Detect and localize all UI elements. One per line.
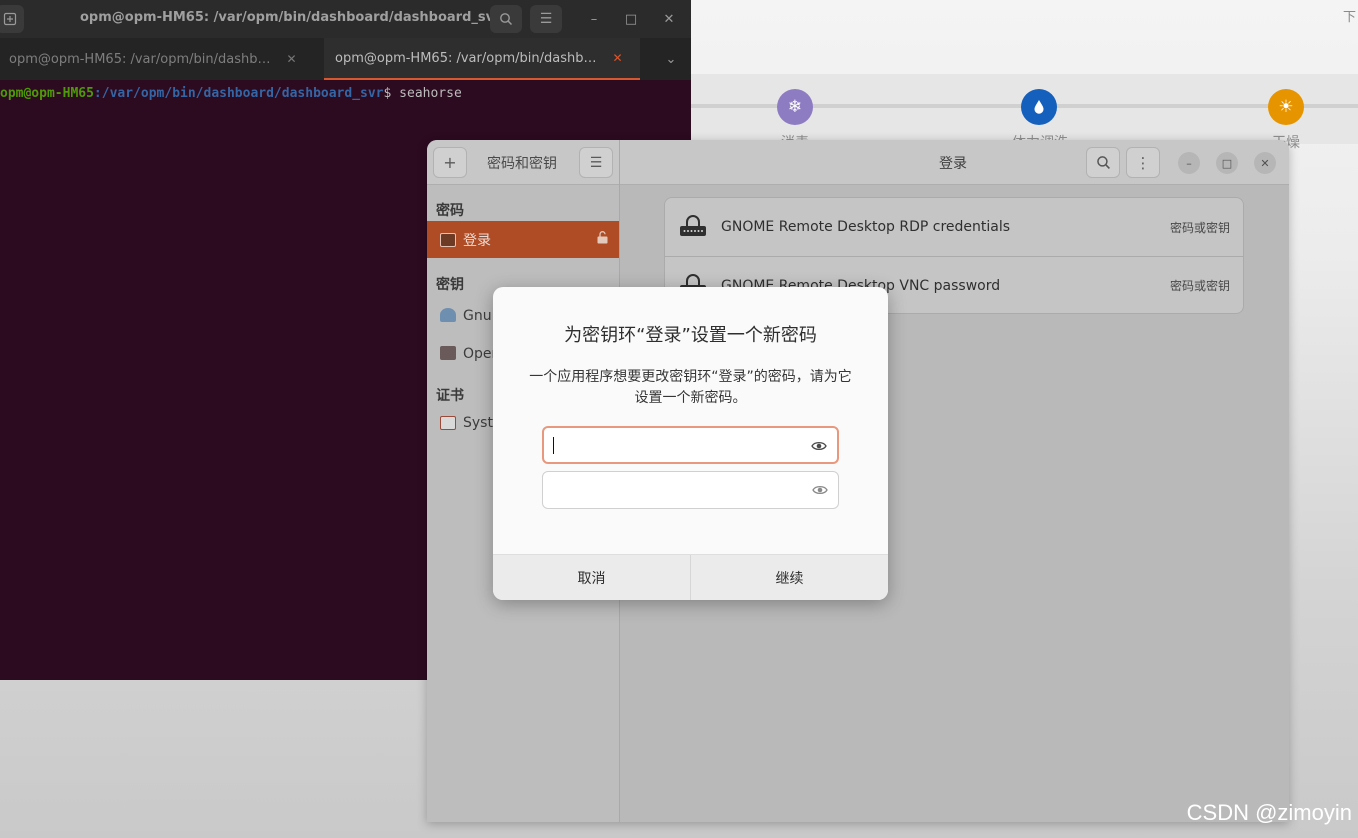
- section-keys: 密钥: [436, 277, 464, 293]
- new-tab-icon: [3, 12, 17, 26]
- maximize-icon: □: [1221, 156, 1233, 170]
- search-icon: [500, 13, 513, 26]
- tab-list-button[interactable]: ⌄: [660, 48, 682, 70]
- eye-icon[interactable]: [811, 438, 827, 454]
- password-field[interactable]: [542, 426, 839, 464]
- gnupg-key-icon: [440, 307, 456, 322]
- sidebar-item-label: 登录: [463, 232, 491, 249]
- keyring-icon: [440, 232, 456, 247]
- add-button[interactable]: +: [433, 147, 467, 178]
- plus-icon: +: [443, 153, 457, 172]
- sidebar-item-login[interactable]: 登录: [427, 221, 619, 258]
- item-type: 密码或密钥: [1169, 220, 1230, 235]
- maximize-button[interactable]: □: [1216, 152, 1238, 174]
- continue-button[interactable]: 继续: [690, 555, 888, 600]
- seahorse-headerbar: + 密码和密钥 ☰ 登录 ⋮ – □ ✕: [427, 140, 1289, 185]
- password-input[interactable]: [552, 433, 802, 459]
- text-caret: [553, 437, 554, 454]
- new-password-dialog: 为密钥环“登录”设置一个新密码 一个应用程序想要更改密钥环“登录”的密码，请为它…: [493, 287, 888, 600]
- close-button[interactable]: ✕: [658, 8, 680, 30]
- close-icon: ✕: [663, 11, 675, 27]
- close-icon[interactable]: ✕: [286, 52, 296, 66]
- item-name: GNOME Remote Desktop RDP credentials: [721, 219, 1011, 235]
- cancel-button[interactable]: 取消: [493, 555, 690, 600]
- list-item[interactable]: GNOME Remote Desktop RDP credentials 密码或…: [665, 198, 1243, 256]
- close-icon: ✕: [1260, 156, 1270, 170]
- hamburger-icon: ☰: [539, 11, 553, 27]
- minimize-icon: –: [1186, 156, 1192, 170]
- background-corner-text: 下: [1342, 10, 1356, 25]
- item-type: 密码或密钥: [1169, 279, 1230, 293]
- minimize-button[interactable]: –: [583, 8, 605, 30]
- dialog-title: 为密钥环“登录”设置一个新密码: [564, 325, 817, 346]
- terminal-headerbar: opm@opm-HM65: /var/opm/bin/dashboard/das…: [0, 0, 691, 38]
- section-certificates: 证书: [436, 388, 464, 404]
- maximize-button[interactable]: □: [620, 8, 642, 30]
- app-title: 密码和密钥: [487, 156, 557, 172]
- kebab-icon: ⋮: [1135, 153, 1151, 172]
- dialog-message: 一个应用程序想要更改密钥环“登录”的密码，请为它设置一个新密码。: [529, 369, 852, 406]
- terminal-title: opm@opm-HM65: /var/opm/bin/dashboard/das…: [80, 10, 501, 25]
- menu-button[interactable]: ☰: [530, 5, 562, 33]
- more-options-button[interactable]: ⋮: [1126, 147, 1160, 178]
- ssh-key-icon: [440, 345, 456, 360]
- section-passwords: 密码: [436, 203, 464, 219]
- app-menu-button[interactable]: ☰: [579, 147, 613, 178]
- minimize-icon: –: [590, 11, 598, 27]
- password-lock-icon: [680, 215, 706, 236]
- maximize-icon: □: [624, 11, 638, 27]
- close-icon[interactable]: ✕: [612, 51, 622, 65]
- tab-label: opm@opm-HM65: /var/opm/bin/dashb…: [335, 50, 597, 66]
- certificate-icon: [440, 415, 456, 430]
- terminal-tab-2[interactable]: opm@opm-HM65: /var/opm/bin/dashb… ✕: [324, 38, 640, 80]
- sun-icon: ☀: [1268, 89, 1304, 125]
- new-tab-button[interactable]: [0, 5, 24, 33]
- hamburger-icon: ☰: [589, 154, 603, 171]
- terminal-tab-1[interactable]: opm@opm-HM65: /var/opm/bin/dashb… ✕: [0, 38, 324, 80]
- watermark: CSDN @zimoyin: [1186, 800, 1352, 825]
- close-button[interactable]: ✕: [1254, 152, 1276, 174]
- snowflake-icon: ❄: [777, 89, 813, 125]
- unlocked-icon[interactable]: [597, 231, 608, 248]
- tab-label: opm@opm-HM65: /var/opm/bin/dashb…: [9, 51, 271, 67]
- eye-icon[interactable]: [812, 482, 828, 498]
- search-button[interactable]: [490, 5, 522, 33]
- water-drop-icon: [1021, 89, 1057, 125]
- dialog-actions: 取消 继续: [493, 554, 888, 600]
- view-title: 登录: [939, 156, 967, 172]
- prompt-path: :/var/opm/bin/dashboard/dashboard_svr: [93, 86, 384, 101]
- chevron-down-icon: ⌄: [665, 51, 677, 67]
- terminal-tab-bar: opm@opm-HM65: /var/opm/bin/dashb… ✕ opm@…: [0, 38, 691, 80]
- prompt-command: $ seahorse: [383, 86, 462, 101]
- search-icon: [1096, 156, 1110, 169]
- terminal-output[interactable]: opm@opm-HM65:/var/opm/bin/dashboard/dash…: [0, 86, 462, 101]
- minimize-button[interactable]: –: [1178, 152, 1200, 174]
- search-button[interactable]: [1086, 147, 1120, 178]
- confirm-password-input[interactable]: [551, 477, 801, 503]
- prompt-user: opm@opm-HM65: [0, 86, 94, 101]
- confirm-password-field[interactable]: [542, 471, 839, 509]
